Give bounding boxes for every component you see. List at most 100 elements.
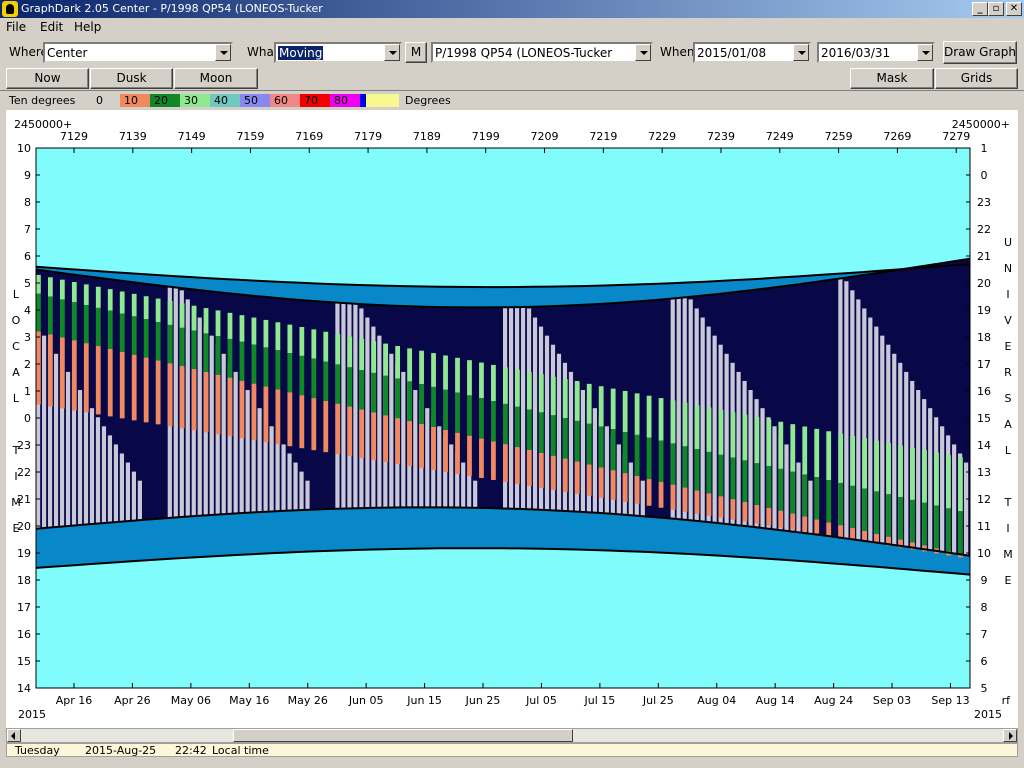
close-button[interactable]: ✕ (1006, 2, 1022, 16)
altitude-bar (47, 277, 53, 297)
twilight-band (538, 286, 546, 307)
scroll-right-icon[interactable] (1003, 729, 1017, 742)
twilight-band (383, 507, 390, 550)
twilight-band (305, 283, 312, 301)
twilight-band (778, 277, 785, 287)
twilight-band (934, 551, 941, 573)
twilight-band (622, 284, 630, 303)
altitude-bar (814, 428, 820, 478)
app-window: GraphDark 2.05 Center - P/1998 QP54 (LON… (0, 0, 1024, 768)
date-tick-label: Sep 13 (931, 694, 969, 707)
twilight-band (485, 508, 492, 549)
chevron-down-icon[interactable] (917, 44, 933, 61)
altitude-bar (694, 449, 700, 491)
graph-canvas[interactable]: 1098765432102322212019181716151410232221… (6, 110, 1018, 728)
moonlight-bar (892, 353, 897, 546)
ut-hour-label: 11 (977, 520, 991, 533)
moonlight-bar (245, 390, 250, 513)
jd-tick-label: 7199 (472, 130, 500, 143)
scroll-left-icon[interactable] (7, 729, 21, 742)
altitude-bar (526, 409, 532, 451)
start-date-select[interactable]: 2015/01/08 (693, 42, 811, 63)
draw-graph-button[interactable]: Draw Graph (943, 41, 1017, 64)
altitude-bar (646, 479, 652, 506)
moonlight-bar (568, 371, 574, 512)
legend-swatch: 20 (150, 94, 180, 107)
altitude-bar (538, 374, 544, 413)
moon-button[interactable]: Moon (174, 68, 258, 89)
twilight-band (425, 286, 432, 307)
twilight-band (550, 286, 558, 307)
twilight-band (365, 285, 372, 305)
moonlight-bar (748, 390, 753, 527)
altitude-bar (83, 343, 89, 413)
twilight-band (640, 516, 648, 552)
mask-button[interactable]: Mask (850, 68, 934, 89)
menu-file[interactable]: File (6, 20, 26, 34)
chevron-down-icon[interactable] (215, 44, 231, 61)
altitude-bar (538, 412, 544, 454)
altitude-bar (143, 296, 149, 320)
twilight-band (574, 511, 582, 550)
maximize-button[interactable]: ▫ (988, 2, 1004, 16)
twilight-band (652, 517, 660, 553)
darkness-graph[interactable]: 10 9 8 7 6 5 4 3 2 1 0 23 22 21 20 19 18 17 16 15 14 1 0 23 22 21… (6, 110, 1018, 728)
twilight-band (682, 520, 690, 554)
altitude-bar (850, 485, 856, 529)
altitude-bar (251, 317, 257, 345)
twilight-band (323, 509, 330, 551)
twilight-band (161, 518, 169, 560)
dusk-button[interactable]: Dusk (90, 68, 173, 89)
horizontal-scrollbar[interactable] (6, 728, 1018, 743)
twilight-band (407, 507, 414, 549)
altitude-bar (347, 367, 353, 407)
ut-hour-label: 22 (977, 223, 991, 236)
twilight-band (239, 279, 247, 295)
altitude-bar (179, 303, 185, 328)
altitude-bar (622, 473, 628, 502)
altitude-bar (682, 446, 688, 488)
universal-time-title-letter: I (1006, 522, 1009, 535)
altitude-bar (742, 460, 748, 503)
twilight-band (622, 514, 630, 552)
m-button[interactable]: M (405, 42, 427, 63)
twilight-band (293, 510, 300, 553)
twilight-band (772, 277, 779, 288)
now-button[interactable]: Now (6, 68, 89, 89)
grids-button[interactable]: Grids (935, 68, 1018, 89)
object-select[interactable]: P/1998 QP54 (LONEOS-Tucker (431, 42, 653, 63)
menu-edit[interactable]: Edit (40, 20, 63, 34)
altitude-bar (431, 427, 436, 471)
altitude-bar (910, 447, 915, 500)
altitude-bar (862, 438, 868, 489)
twilight-band (634, 515, 642, 552)
menu-help[interactable]: Help (74, 20, 101, 34)
twilight-band (197, 515, 205, 558)
minimize-button[interactable]: _ (972, 2, 988, 16)
end-date-select[interactable]: 2016/03/31 (817, 42, 935, 63)
altitude-bar (598, 426, 604, 468)
title-bar: GraphDark 2.05 Center - P/1998 QP54 (LON… (0, 0, 1024, 18)
legend-swatch: 60 (270, 94, 300, 107)
twilight-band (514, 286, 522, 308)
twilight-band (820, 535, 827, 563)
altitude-bar (155, 322, 161, 361)
universal-time-title-letter: A (1004, 418, 1012, 431)
altitude-bar (275, 322, 281, 351)
universal-time-title-letter: L (1005, 444, 1012, 457)
altitude-bar (778, 421, 784, 469)
moonlight-bar (784, 444, 789, 532)
chevron-down-icon[interactable] (384, 44, 400, 61)
what-select[interactable]: Moving (274, 42, 402, 63)
chevron-down-icon[interactable] (793, 44, 809, 61)
twilight-band (185, 276, 193, 289)
altitude-bar (491, 401, 496, 442)
twilight-band (844, 538, 851, 565)
chevron-down-icon[interactable] (635, 44, 651, 61)
scroll-thumb[interactable] (233, 729, 573, 742)
twilight-band (179, 276, 187, 289)
where-select[interactable]: Center (43, 42, 233, 63)
moonlight-bar (467, 471, 472, 508)
twilight-band (598, 285, 606, 304)
altitude-bar (203, 372, 209, 433)
